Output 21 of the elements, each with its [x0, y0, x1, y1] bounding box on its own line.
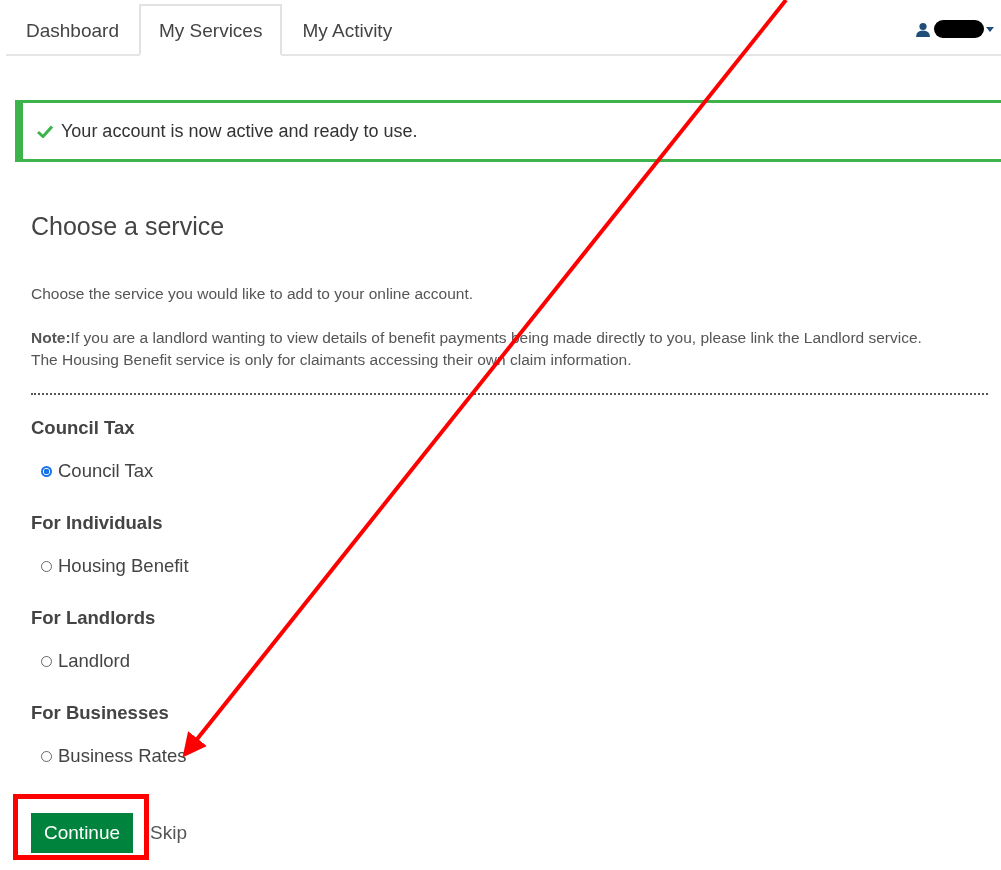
user-icon	[916, 21, 930, 37]
section-heading: For Individuals	[31, 512, 164, 534]
checkmark-icon	[37, 124, 53, 138]
continue-button[interactable]: Continue	[31, 813, 134, 853]
page-title: Choose a service	[31, 212, 226, 241]
caret-icon	[986, 26, 994, 32]
section-heading: For Businesses	[31, 702, 170, 724]
radio-label[interactable]: Landlord	[58, 650, 130, 672]
intro-text: Choose the service you would like to add to your online account.	[31, 284, 474, 304]
section-heading: For Landlords	[31, 607, 157, 629]
nav-tab[interactable]: My Activity	[282, 4, 413, 56]
radio-button[interactable]	[41, 465, 52, 477]
nav-tab[interactable]: My Services	[138, 4, 283, 56]
section-heading: Council Tax	[31, 417, 136, 439]
nav-tab[interactable]: Dashboard	[6, 4, 139, 56]
radio-label[interactable]: Council Tax	[58, 460, 154, 482]
skip-link[interactable]: Skip	[150, 822, 188, 844]
radio-label[interactable]: Business Rates	[58, 745, 187, 767]
radio-label[interactable]: Housing Benefit	[58, 555, 189, 577]
redaction-mark	[934, 20, 984, 38]
alert-message: Your account is now active and ready to use.	[61, 120, 418, 142]
